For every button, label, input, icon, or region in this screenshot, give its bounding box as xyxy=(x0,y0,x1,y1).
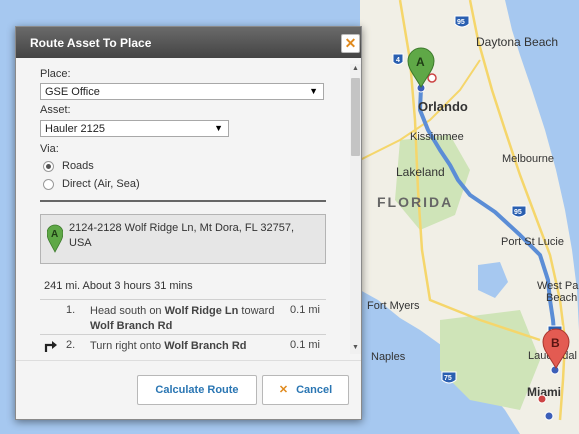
dialog-title: Route Asset To Place xyxy=(30,36,152,50)
place-select[interactable]: GSE Office ▼ xyxy=(40,83,324,100)
label-daytona-beach: Daytona Beach xyxy=(476,35,558,49)
svg-text:75: 75 xyxy=(444,375,452,382)
via-direct-label[interactable]: Direct (Air, Sea) xyxy=(62,178,140,190)
direction-step: 2. Turn right onto Wolf Branch Rd 0.1 mi xyxy=(40,334,326,356)
svg-text:95: 95 xyxy=(514,209,522,216)
place-dot-icon-2[interactable] xyxy=(537,394,547,404)
start-address-box: A 2124-2128 Wolf Ridge Ln, Mt Dora, FL 3… xyxy=(40,214,326,264)
close-button[interactable]: ✕ xyxy=(341,34,360,53)
route-dialog: Route Asset To Place ✕ Place: GSE Office… xyxy=(15,26,362,420)
label-beach: Beach xyxy=(546,292,577,304)
place-dot-icon-3[interactable] xyxy=(544,411,554,421)
shield-i4: 4 xyxy=(392,53,404,65)
dialog-titlebar[interactable]: Route Asset To Place ✕ xyxy=(16,27,361,58)
via-label: Via: xyxy=(40,143,59,155)
asset-select[interactable]: Hauler 2125 ▼ xyxy=(40,120,229,137)
scroll-up-icon[interactable]: ▲ xyxy=(352,65,359,72)
label-orlando: Orlando xyxy=(418,99,468,114)
shield-i95-top: 95 xyxy=(454,15,470,28)
label-naples: Naples xyxy=(371,351,406,363)
label-fort-myers: Fort Myers xyxy=(367,300,420,312)
svg-text:A: A xyxy=(416,55,425,69)
label-west-palm: West Pa xyxy=(537,280,579,292)
svg-text:B: B xyxy=(551,336,560,350)
asset-clock-icon[interactable] xyxy=(427,73,437,83)
via-direct-radio[interactable] xyxy=(43,179,54,190)
shield-i95-mid: 95 xyxy=(511,205,527,218)
step-text: Turn right onto Wolf Branch Rd xyxy=(90,340,247,352)
scrollbar-thumb[interactable] xyxy=(351,78,360,156)
label-port-st-lucie: Port St Lucie xyxy=(501,236,564,248)
place-label: Place: xyxy=(40,68,71,80)
start-marker-icon: A xyxy=(47,224,63,253)
cancel-label: Cancel xyxy=(296,384,333,396)
asset-label: Asset: xyxy=(40,104,71,116)
svg-text:4: 4 xyxy=(396,57,400,64)
label-melbourne: Melbourne xyxy=(502,153,554,165)
close-icon: ✕ xyxy=(344,35,357,51)
footer-divider xyxy=(16,360,361,361)
label-kissimmee: Kissimmee xyxy=(410,131,464,143)
cancel-icon: ✕ xyxy=(278,384,289,396)
turn-right-icon xyxy=(44,341,57,352)
scroll-down-icon[interactable]: ▼ xyxy=(352,344,359,351)
chevron-down-icon: ▼ xyxy=(309,86,318,96)
start-address: 2124-2128 Wolf Ridge Ln, Mt Dora, FL 327… xyxy=(69,222,295,249)
scrollbar[interactable]: ▲ ▼ xyxy=(350,64,361,354)
route-summary: 241 mi. About 3 hours 31 mins xyxy=(44,280,193,292)
place-select-value: GSE Office xyxy=(45,86,100,98)
step-number: 2. xyxy=(66,339,76,351)
step-distance: 0.1 mi xyxy=(290,339,320,351)
cancel-button[interactable]: ✕ Cancel xyxy=(262,375,349,405)
label-florida: FLORIDA xyxy=(377,194,453,210)
via-roads-label[interactable]: Roads xyxy=(62,160,94,172)
dialog-content: Place: GSE Office ▼ Asset: Hauler 2125 ▼… xyxy=(16,58,361,356)
chevron-down-icon: ▼ xyxy=(214,123,223,133)
via-roads-radio[interactable] xyxy=(43,161,54,172)
step-number: 1. xyxy=(66,304,76,316)
label-lakeland: Lakeland xyxy=(396,165,445,179)
step-distance: 0.1 mi xyxy=(290,304,320,316)
calculate-route-label: Calculate Route xyxy=(155,384,239,396)
shield-i75: 75 xyxy=(441,371,457,384)
calculate-route-button[interactable]: Calculate Route xyxy=(137,375,257,405)
asset-select-value: Hauler 2125 xyxy=(45,123,105,135)
section-divider xyxy=(40,200,326,202)
direction-step: 1. Head south on Wolf Ridge Ln toward Wo… xyxy=(40,299,326,334)
svg-text:A: A xyxy=(51,229,58,240)
step-text: Head south on Wolf Ridge Ln toward Wolf … xyxy=(90,305,275,332)
svg-text:95: 95 xyxy=(457,19,465,26)
